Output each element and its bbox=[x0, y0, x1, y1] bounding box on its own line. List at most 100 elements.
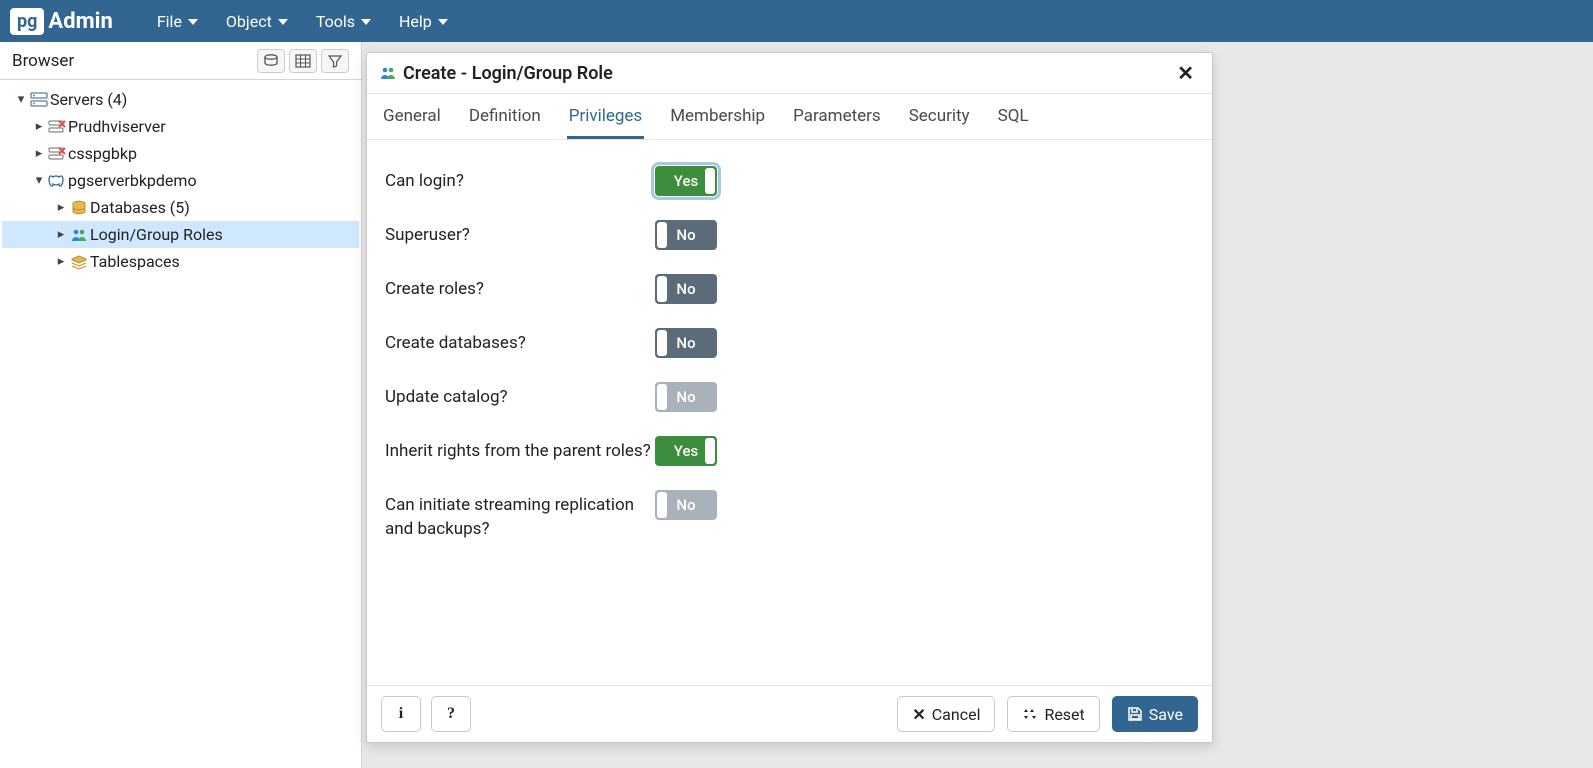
tab-security[interactable]: Security bbox=[907, 100, 972, 139]
dialog-header: Create - Login/Group Role ✕ bbox=[367, 53, 1212, 94]
toggle-create-roles[interactable]: No bbox=[655, 274, 717, 304]
toggle-knob bbox=[657, 276, 667, 302]
tab-privileges[interactable]: Privileges bbox=[567, 100, 644, 139]
logo-text: Admin bbox=[48, 9, 112, 34]
toggle-superuser[interactable]: No bbox=[655, 220, 717, 250]
close-button[interactable]: ✕ bbox=[1171, 61, 1200, 85]
reset-button[interactable]: Reset bbox=[1007, 696, 1099, 732]
dialog-body: Can login? Yes Superuser? No bbox=[367, 140, 1212, 685]
tab-label: SQL bbox=[998, 106, 1029, 126]
menu-object[interactable]: Object bbox=[212, 0, 302, 42]
toggle-text: No bbox=[676, 496, 695, 514]
toggle-create-databases[interactable]: No bbox=[655, 328, 717, 358]
toggle-text: No bbox=[676, 388, 695, 406]
browser-header: Browser bbox=[0, 42, 361, 80]
toggle-text: Yes bbox=[674, 172, 698, 190]
tree-server-prudhvi[interactable]: ▸ Prudhviserver bbox=[2, 113, 359, 140]
tab-label: Membership bbox=[670, 106, 765, 126]
label-update-catalog: Update catalog? bbox=[385, 382, 655, 410]
tab-definition[interactable]: Definition bbox=[467, 100, 543, 139]
chevron-down-icon bbox=[361, 19, 371, 25]
tab-parameters[interactable]: Parameters bbox=[791, 100, 883, 139]
tab-membership[interactable]: Membership bbox=[668, 100, 767, 139]
elephant-icon bbox=[46, 173, 68, 189]
toggle-update-catalog: No bbox=[655, 382, 717, 412]
toggle-replication: No bbox=[655, 490, 717, 520]
filter-button[interactable] bbox=[321, 49, 349, 73]
tab-label: Parameters bbox=[793, 106, 881, 126]
toggle-can-login[interactable]: Yes bbox=[655, 166, 717, 196]
logo: pg Admin bbox=[10, 8, 113, 35]
dialog-title: Create - Login/Group Role bbox=[403, 63, 613, 84]
sidebar: Browser ▾ Servers (4) bbox=[0, 42, 362, 768]
label-can-login: Can login? bbox=[385, 166, 655, 194]
help-icon: ? bbox=[447, 705, 455, 723]
browser-toolbar bbox=[257, 49, 349, 73]
label-create-databases: Create databases? bbox=[385, 328, 655, 356]
tablespaces-icon bbox=[68, 254, 90, 270]
main-area: Browser ▾ Servers (4) bbox=[0, 42, 1593, 768]
menu-tools[interactable]: Tools bbox=[302, 0, 385, 42]
tree-server-pgserverbkpdemo[interactable]: ▾ pgserverbkpdemo bbox=[2, 167, 359, 194]
tree-label: csspgbkp bbox=[68, 144, 137, 163]
chevron-down-icon bbox=[188, 19, 198, 25]
tree-label: Databases (5) bbox=[90, 198, 190, 217]
label-create-roles: Create roles? bbox=[385, 274, 655, 302]
roles-icon bbox=[379, 65, 397, 81]
database-icon bbox=[263, 54, 279, 68]
toggle-text: No bbox=[676, 334, 695, 352]
recycle-icon bbox=[1022, 706, 1038, 722]
tree-label: pgserverbkpdemo bbox=[68, 171, 197, 190]
tree-databases[interactable]: ▸ Databases (5) bbox=[2, 194, 359, 221]
tree-tablespaces[interactable]: ▸ Tablespaces bbox=[2, 248, 359, 275]
tree-server-csspgbkp[interactable]: ▸ csspgbkp bbox=[2, 140, 359, 167]
label-superuser: Superuser? bbox=[385, 220, 655, 248]
menu-tools-label: Tools bbox=[316, 12, 355, 31]
tree-servers[interactable]: ▾ Servers (4) bbox=[2, 86, 359, 113]
toggle-knob bbox=[657, 222, 667, 248]
row-create-databases: Create databases? No bbox=[385, 316, 1194, 370]
info-icon: i bbox=[399, 705, 403, 723]
servers-icon bbox=[28, 92, 50, 108]
tab-general[interactable]: General bbox=[381, 100, 443, 139]
toggle-text: Yes bbox=[674, 442, 698, 460]
query-tool-button[interactable] bbox=[257, 49, 285, 73]
server-disconnected-icon bbox=[46, 146, 68, 162]
tree-login-group-roles[interactable]: ▸ Login/Group Roles bbox=[2, 221, 359, 248]
tree-label: Servers (4) bbox=[50, 90, 127, 109]
menu-help[interactable]: Help bbox=[385, 0, 462, 42]
toggle-knob bbox=[657, 492, 667, 518]
tree: ▾ Servers (4) ▸ Prudhviserver ▸ csspgbkp bbox=[0, 80, 361, 768]
view-data-button[interactable] bbox=[289, 49, 317, 73]
content-area: Create - Login/Group Role ✕ General Defi… bbox=[362, 42, 1593, 768]
toggle-collapsed-icon: ▸ bbox=[54, 200, 68, 215]
tab-label: Definition bbox=[469, 106, 541, 126]
create-role-dialog: Create - Login/Group Role ✕ General Defi… bbox=[366, 52, 1213, 743]
row-update-catalog: Update catalog? No bbox=[385, 370, 1194, 424]
save-button[interactable]: Save bbox=[1112, 696, 1198, 732]
menu-help-label: Help bbox=[399, 12, 432, 31]
cancel-button[interactable]: ✕ Cancel bbox=[897, 696, 995, 732]
info-button[interactable]: i bbox=[381, 696, 421, 732]
tree-label: Prudhviserver bbox=[68, 117, 166, 136]
toggle-expanded-icon: ▾ bbox=[14, 92, 28, 107]
toggle-knob bbox=[705, 168, 715, 194]
toggle-collapsed-icon: ▸ bbox=[32, 146, 46, 161]
reset-label: Reset bbox=[1044, 705, 1084, 724]
close-icon: ✕ bbox=[1177, 61, 1194, 85]
toggle-text: No bbox=[676, 226, 695, 244]
tab-label: Privileges bbox=[569, 106, 642, 126]
chevron-down-icon bbox=[438, 19, 448, 25]
toggle-knob bbox=[657, 330, 667, 356]
help-button[interactable]: ? bbox=[431, 696, 471, 732]
grid-icon bbox=[295, 54, 311, 68]
toggle-collapsed-icon: ▸ bbox=[54, 227, 68, 242]
server-disconnected-icon bbox=[46, 119, 68, 135]
row-inherit-rights: Inherit rights from the parent roles? Ye… bbox=[385, 424, 1194, 478]
toggle-text: No bbox=[676, 280, 695, 298]
tab-sql[interactable]: SQL bbox=[996, 100, 1031, 139]
toggle-inherit-rights[interactable]: Yes bbox=[655, 436, 717, 466]
row-can-login: Can login? Yes bbox=[385, 154, 1194, 208]
menu-file[interactable]: File bbox=[143, 0, 212, 42]
dialog-tabs: General Definition Privileges Membership… bbox=[367, 94, 1212, 140]
